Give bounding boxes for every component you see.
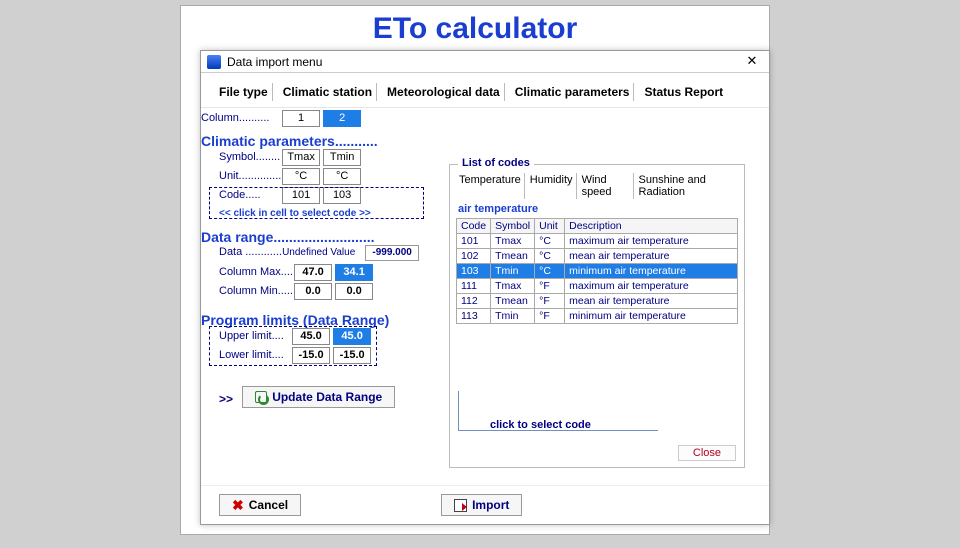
upper-1[interactable]: 45.0 xyxy=(292,328,330,345)
cancel-button[interactable]: ✖ Cancel xyxy=(219,494,301,516)
dialog-titlebar: Data import menu ✕ xyxy=(201,51,769,73)
subtab-wind[interactable]: Wind speed xyxy=(579,173,634,199)
codes-row[interactable]: 111Tmax°Fmaximum air temperature xyxy=(457,279,738,294)
import-button[interactable]: Import xyxy=(441,494,522,516)
update-arrow: >> xyxy=(219,392,233,406)
undef-label: Undefined Value xyxy=(282,247,362,258)
unit-cell-1[interactable]: °C xyxy=(282,168,320,185)
tab-status-report[interactable]: Status Report xyxy=(640,83,727,101)
tab-file-type[interactable]: File type xyxy=(215,83,273,101)
colmin-1[interactable]: 0.0 xyxy=(294,283,332,300)
upper-label: Upper limit.... xyxy=(219,330,289,342)
cancel-icon: ✖ xyxy=(232,499,244,511)
unit-cell-2[interactable]: °C xyxy=(323,168,361,185)
dialog-tabs: File type Climatic station Meteorologica… xyxy=(201,73,769,108)
lower-2[interactable]: -15.0 xyxy=(333,347,371,364)
data-label: Data ............ xyxy=(219,246,279,258)
tab-meteorological-data[interactable]: Meteorological data xyxy=(383,83,505,101)
section-program-limits: Program limits (Data Range) xyxy=(201,312,441,328)
refresh-icon xyxy=(255,391,267,403)
codes-close-button[interactable]: Close xyxy=(678,445,736,461)
symbol-label: Symbol........ xyxy=(219,151,279,163)
data-import-dialog: Data import menu ✕ File type Climatic st… xyxy=(200,50,770,525)
codes-caption: air temperature xyxy=(450,203,744,218)
symbol-cell-2[interactable]: Tmin xyxy=(323,149,361,166)
column-label: Column.......... xyxy=(201,112,279,124)
codes-row-selected[interactable]: 103Tmin°Cminimum air temperature xyxy=(457,264,738,279)
codes-table: Code Symbol Unit Description 101Tmax°Cma… xyxy=(456,218,738,324)
upper-2[interactable]: 45.0 xyxy=(333,328,371,345)
window-close-button[interactable]: ✕ xyxy=(741,54,763,70)
subtab-humidity[interactable]: Humidity xyxy=(527,173,577,199)
undef-value[interactable]: -999.000 xyxy=(365,245,419,261)
subtab-sunshine[interactable]: Sunshine and Radiation xyxy=(636,173,738,199)
codes-select-hint: click to select code xyxy=(490,419,591,431)
codes-row[interactable]: 112Tmean°Fmean air temperature xyxy=(457,294,738,309)
column-cell-2[interactable]: 2 xyxy=(323,110,361,127)
tab-climatic-parameters[interactable]: Climatic parameters xyxy=(511,83,635,101)
colmin-label: Column Min..... xyxy=(219,285,291,297)
codes-panel: List of codes Temperature Humidity Wind … xyxy=(449,164,745,468)
codes-header-row: Code Symbol Unit Description xyxy=(457,219,738,234)
codes-panel-legend: List of codes xyxy=(458,157,534,169)
codes-subtabs: Temperature Humidity Wind speed Sunshine… xyxy=(450,165,744,203)
column-cell-1[interactable]: 1 xyxy=(282,110,320,127)
dialog-title: Data import menu xyxy=(227,55,322,69)
app-icon xyxy=(207,55,221,69)
code-label: Code..... xyxy=(219,189,279,201)
app-title: ETo calculator xyxy=(181,6,769,46)
lower-1[interactable]: -15.0 xyxy=(292,347,330,364)
tab-climatic-station[interactable]: Climatic station xyxy=(279,83,377,101)
update-data-range-button[interactable]: Update Data Range xyxy=(242,386,395,408)
subtab-temperature[interactable]: Temperature xyxy=(456,173,525,199)
colmax-1[interactable]: 47.0 xyxy=(294,264,332,281)
colmax-label: Column Max.... xyxy=(219,266,291,278)
colmax-2[interactable]: 34.1 xyxy=(335,264,373,281)
symbol-cell-1[interactable]: Tmax xyxy=(282,149,320,166)
code-cell-1[interactable]: 101 xyxy=(282,187,320,204)
codes-row[interactable]: 102Tmean°Cmean air temperature xyxy=(457,249,738,264)
section-data-range: Data range.......................... xyxy=(201,229,441,245)
code-cell-2[interactable]: 103 xyxy=(323,187,361,204)
unit-label: Unit.............. xyxy=(219,170,279,182)
colmin-2[interactable]: 0.0 xyxy=(335,283,373,300)
import-icon xyxy=(454,499,467,512)
codes-row[interactable]: 113Tmin°Fminimum air temperature xyxy=(457,309,738,324)
codes-row[interactable]: 101Tmax°Cmaximum air temperature xyxy=(457,234,738,249)
lower-label: Lower limit.... xyxy=(219,349,289,361)
section-climatic-parameters: Climatic parameters........... xyxy=(201,133,441,149)
code-select-hint: << click in cell to select code >> xyxy=(219,208,441,219)
